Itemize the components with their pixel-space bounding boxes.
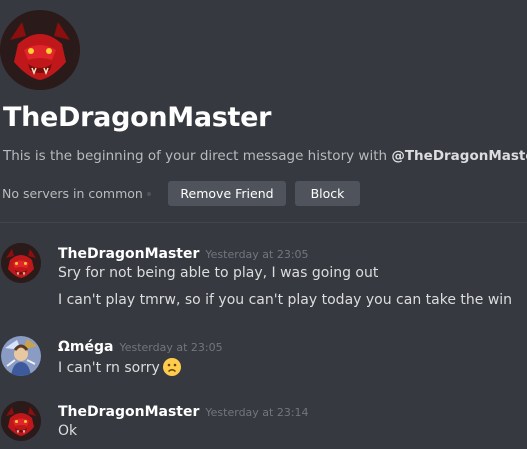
- message-text-row: I can't rn sorry: [58, 357, 182, 377]
- profile-actions: No servers in common Remove Friend Block: [0, 181, 527, 207]
- timestamp: Yesterday at 23:14: [205, 406, 309, 419]
- avatar[interactable]: [1, 243, 41, 283]
- username[interactable]: Ωméga: [58, 339, 113, 355]
- username[interactable]: TheDragonMaster: [58, 404, 199, 420]
- profile-avatar[interactable]: [0, 10, 80, 90]
- divider: [0, 222, 527, 223]
- separator-dot: [147, 192, 151, 196]
- message-header: TheDragonMaster Yesterday at 23:14: [58, 401, 309, 420]
- red-dragon-avatar-icon: [1, 401, 41, 441]
- dm-history-intro-text: This is the beginning of your direct mes…: [3, 148, 392, 164]
- frowning-face-emoji-icon[interactable]: [162, 357, 182, 377]
- username[interactable]: TheDragonMaster: [58, 246, 199, 262]
- red-dragon-avatar-icon: [0, 10, 80, 90]
- mutual-servers-text: No servers in common: [2, 186, 143, 201]
- message-text: I can't play tmrw, so if you can't play …: [58, 292, 513, 308]
- user-mention[interactable]: @TheDragonMaster: [391, 148, 527, 164]
- timestamp: Yesterday at 23:05: [205, 248, 309, 261]
- message-text: Sry for not being able to play, I was go…: [58, 265, 379, 281]
- remove-friend-button[interactable]: Remove Friend: [168, 181, 286, 206]
- red-dragon-avatar-icon: [1, 243, 41, 283]
- block-button[interactable]: Block: [295, 181, 360, 206]
- blue-warrior-avatar-icon: [1, 336, 41, 376]
- timestamp: Yesterday at 23:05: [119, 341, 223, 354]
- profile-title: TheDragonMaster: [3, 102, 272, 133]
- dm-history-intro: This is the beginning of your direct mes…: [3, 148, 527, 164]
- message-text: Ok: [58, 423, 78, 439]
- message-header: TheDragonMaster Yesterday at 23:05: [58, 243, 309, 262]
- avatar[interactable]: [1, 336, 41, 376]
- message-text: I can't rn sorry: [58, 360, 160, 376]
- avatar[interactable]: [1, 401, 41, 441]
- message-header: Ωméga Yesterday at 23:05: [58, 336, 223, 355]
